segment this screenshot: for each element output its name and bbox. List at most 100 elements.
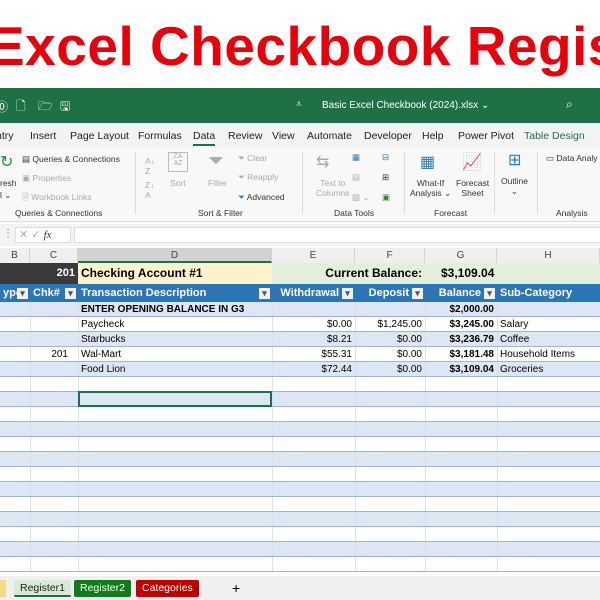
tab-insert[interactable]: Insert: [30, 130, 56, 142]
sub-category-cell[interactable]: Coffee: [497, 332, 600, 346]
header-deposit[interactable]: Deposit ▾: [355, 284, 425, 302]
enter-icon[interactable]: ✓: [31, 229, 40, 241]
data-model-icon[interactable]: ▣: [382, 192, 390, 203]
save-icon[interactable]: 🖫: [60, 97, 70, 118]
withdrawal-cell[interactable]: [272, 302, 355, 316]
tab-help[interactable]: Help: [422, 130, 444, 142]
check-number-cell[interactable]: 201: [30, 263, 78, 284]
column-header-G[interactable]: G: [425, 248, 497, 263]
insert-function-button[interactable]: fx: [44, 229, 52, 241]
sheet-tab-register1[interactable]: Register1: [14, 580, 71, 597]
deposit-cell[interactable]: $1,245.00: [355, 317, 425, 331]
filter-dropdown-icon[interactable]: ▾: [412, 288, 423, 299]
description-cell[interactable]: Starbucks: [78, 332, 272, 346]
chk-cell[interactable]: [30, 362, 78, 376]
sheet-tab-partial[interactable]: [0, 580, 6, 597]
account-name-cell[interactable]: Checking Account #1: [78, 263, 272, 284]
column-header-H[interactable]: H: [497, 248, 600, 263]
filter-dropdown-icon[interactable]: ▾: [259, 288, 270, 299]
consolidate-icon[interactable]: ⊟: [382, 152, 389, 163]
filter-dropdown-icon[interactable]: ▾: [484, 288, 495, 299]
header-description[interactable]: Transaction Description ▾: [78, 284, 272, 302]
deposit-cell[interactable]: $0.00: [355, 362, 425, 376]
balance-cell[interactable]: $2,000.00: [425, 302, 497, 316]
file-name[interactable]: Basic Excel Checkbook (2024).xlsx ⌄: [322, 100, 489, 111]
cancel-icon[interactable]: ✕: [19, 229, 28, 241]
refresh-dropdown[interactable]: l ⌄: [0, 190, 11, 201]
sub-category-cell[interactable]: Salary: [497, 317, 600, 331]
header-chk[interactable]: Chk# ▾: [30, 284, 78, 302]
formula-input[interactable]: [74, 227, 600, 243]
queries-connections-button[interactable]: ▤ Queries & Connections: [22, 154, 120, 165]
add-sheet-button[interactable]: +: [226, 580, 246, 597]
withdrawal-cell[interactable]: $0.00: [272, 317, 355, 331]
balance-cell[interactable]: $3,181.48: [425, 347, 497, 361]
search-icon[interactable]: ⌕: [566, 97, 573, 112]
sub-category-cell[interactable]: Groceries: [497, 362, 600, 376]
data-analysis-button[interactable]: ▭ Data Analy: [546, 153, 598, 164]
workbook-links-button[interactable]: 🗎 Workbook Links: [22, 192, 92, 206]
column-header-B[interactable]: B: [0, 248, 30, 263]
selected-cell[interactable]: [78, 391, 272, 407]
filter-button[interactable]: Filter: [208, 178, 227, 188]
remove-duplicates-icon[interactable]: ▤: [352, 172, 360, 183]
cell[interactable]: [0, 263, 30, 284]
text-to-columns-button[interactable]: Text to Columns: [316, 178, 350, 198]
header-withdrawal[interactable]: Withdrawal ▾: [272, 284, 355, 302]
withdrawal-cell[interactable]: $72.44: [272, 362, 355, 376]
header-sub-category[interactable]: Sub-Category: [497, 284, 600, 302]
column-header-E[interactable]: E: [272, 248, 355, 263]
description-cell[interactable]: Wal-Mart: [78, 347, 272, 361]
new-file-icon[interactable]: 🗋: [16, 97, 26, 118]
flash-fill-icon[interactable]: ▦: [352, 152, 360, 163]
description-cell[interactable]: Paycheck: [78, 317, 272, 331]
sort-za-icon[interactable]: Z↓ A: [145, 180, 154, 200]
filter-dropdown-icon[interactable]: ▾: [17, 288, 28, 299]
tab-data[interactable]: Data: [193, 130, 216, 146]
filter-dropdown-icon[interactable]: ▾: [342, 288, 353, 299]
tab-page-layout[interactable]: Page Layout: [70, 130, 129, 142]
deposit-cell[interactable]: $0.00: [355, 347, 425, 361]
tab-power-pivot[interactable]: Power Pivot: [458, 130, 514, 142]
tab-table-design[interactable]: Table Design: [524, 130, 585, 142]
current-balance-label[interactable]: Current Balance:: [272, 263, 425, 284]
balance-cell[interactable]: $3,109.04: [425, 362, 497, 376]
chk-cell[interactable]: [30, 317, 78, 331]
refresh-icon[interactable]: ↻: [0, 152, 13, 172]
balance-cell[interactable]: $3,236.79: [425, 332, 497, 346]
what-if-analysis-button[interactable]: What-If Analysis ⌄: [410, 178, 451, 199]
refresh-all-button[interactable]: resh: [0, 178, 17, 188]
open-folder-icon[interactable]: 🗁: [38, 97, 53, 118]
header-balance[interactable]: Balance ▾: [425, 284, 497, 302]
tab-developer[interactable]: Developer: [364, 130, 412, 142]
properties-button[interactable]: ▣ Properties: [22, 173, 71, 184]
column-header-F[interactable]: F: [355, 248, 425, 263]
forecast-sheet-button[interactable]: Forecast Sheet: [456, 178, 489, 198]
sub-category-cell[interactable]: [497, 302, 600, 316]
tab-formulas[interactable]: Formulas: [138, 130, 182, 142]
advanced-button[interactable]: ⏷ Advanced: [238, 192, 285, 203]
column-header-D[interactable]: D: [78, 248, 272, 263]
tab-view[interactable]: View: [272, 130, 295, 142]
customize-icon[interactable]: ⩡: [296, 99, 302, 110]
filter-dropdown-icon[interactable]: ▾: [65, 288, 76, 299]
chk-cell[interactable]: 201: [30, 347, 78, 361]
deposit-cell[interactable]: $0.00: [355, 332, 425, 346]
chk-cell[interactable]: [30, 302, 78, 316]
tab-review[interactable]: Review: [228, 130, 262, 142]
header-type[interactable]: ype ▾: [0, 284, 30, 302]
description-cell[interactable]: ENTER OPENING BALANCE IN G3: [78, 302, 272, 316]
sub-category-cell[interactable]: Household Items: [497, 347, 600, 361]
sheet-tab-register2[interactable]: Register2: [74, 580, 131, 597]
deposit-cell[interactable]: [355, 302, 425, 316]
withdrawal-cell[interactable]: $8.21: [272, 332, 355, 346]
relationships-icon[interactable]: ⊞: [382, 172, 389, 183]
current-balance-value[interactable]: $3,109.04: [425, 263, 497, 284]
clear-button[interactable]: ⏷ Clear: [238, 153, 267, 164]
worksheet-grid[interactable]: 201 Checking Account #1 Current Balance: $3…: [0, 263, 600, 576]
sort-az-icon[interactable]: A↓ Z: [145, 156, 155, 176]
autosave-icon[interactable]: ⓪: [0, 98, 8, 115]
tab-automate[interactable]: Automate: [307, 130, 352, 142]
balance-cell[interactable]: $3,245.00: [425, 317, 497, 331]
column-header-C[interactable]: C: [30, 248, 78, 263]
